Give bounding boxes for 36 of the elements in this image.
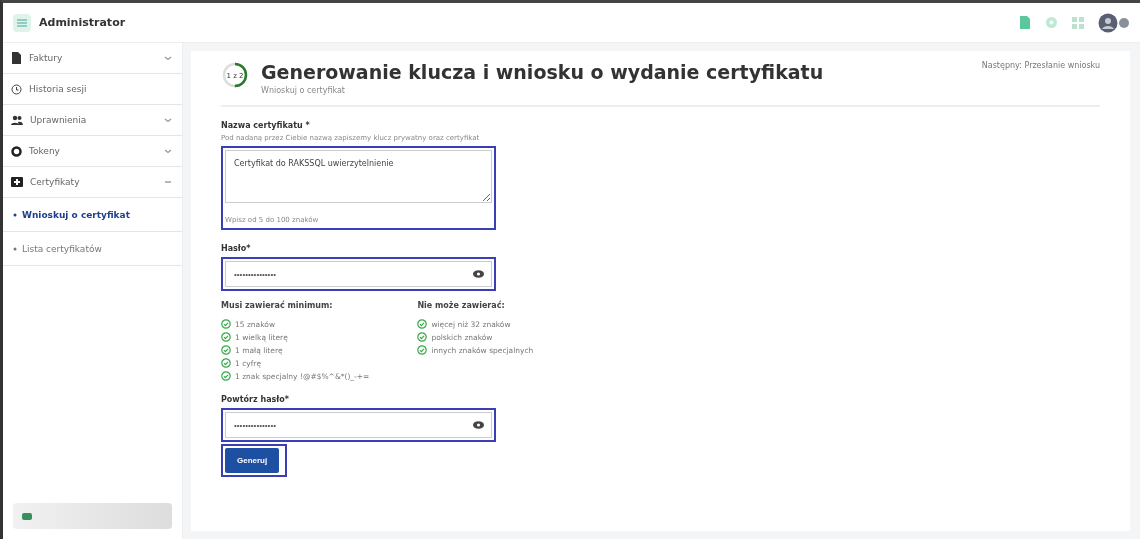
people-icon [11, 115, 23, 125]
bullet-icon [13, 246, 17, 251]
eye-icon[interactable] [473, 270, 484, 278]
password-field[interactable]: ••••••••••••••• [225, 261, 492, 287]
name-field[interactable]: Certyfikat do RAKSSQL uwierzytelnienie [225, 150, 492, 203]
sidebar-subitem[interactable]: Wnioskuj o certyfikat [3, 198, 182, 232]
app-title: Administrator [39, 16, 126, 29]
expand-icon[interactable] [164, 117, 172, 123]
rules-heading: Musi zawierać minimum: [221, 301, 334, 310]
page-title: Generowanie klucza i wniosku o wydanie certyfikatu [261, 61, 825, 83]
expand-icon[interactable] [164, 148, 172, 154]
menu-icon[interactable] [13, 13, 31, 32]
repeat-password-field[interactable]: ••••••••••••••• [225, 412, 492, 438]
document-icon [11, 52, 22, 64]
bullet-icon [13, 212, 17, 217]
avatar-icon[interactable] [1098, 12, 1130, 33]
field-label: Hasło* [221, 244, 252, 253]
generate-button[interactable]: Generuj [225, 448, 280, 473]
sidebar-subitem[interactable]: Lista certyfikatów [3, 232, 182, 266]
expand-icon[interactable] [164, 55, 172, 61]
field-label: Nazwa certyfikatu * [221, 121, 311, 130]
sidebar-item[interactable]: Historia sesji [3, 74, 182, 105]
clock-icon [11, 83, 22, 95]
next-step-text: Następny: Przesłanie wniosku [981, 61, 1100, 70]
sidebar-item[interactable]: Certyfikaty [3, 167, 182, 198]
field-label: Powtórz hasło* [221, 395, 290, 404]
collapse-icon[interactable] [164, 179, 172, 185]
ring-icon [11, 145, 22, 157]
sidebar-item[interactable]: Faktury [3, 43, 182, 74]
sidebar-item[interactable]: Uprawnienia [3, 105, 182, 136]
page-subtitle: Wnioskuj o certyfikat [261, 86, 346, 95]
document-icon[interactable] [1019, 16, 1031, 29]
sidebar-item[interactable]: Tokeny [3, 136, 182, 167]
rules-heading: Nie może zawierać: [417, 301, 506, 310]
certificate-icon [11, 177, 23, 187]
eye-icon[interactable] [473, 421, 484, 429]
